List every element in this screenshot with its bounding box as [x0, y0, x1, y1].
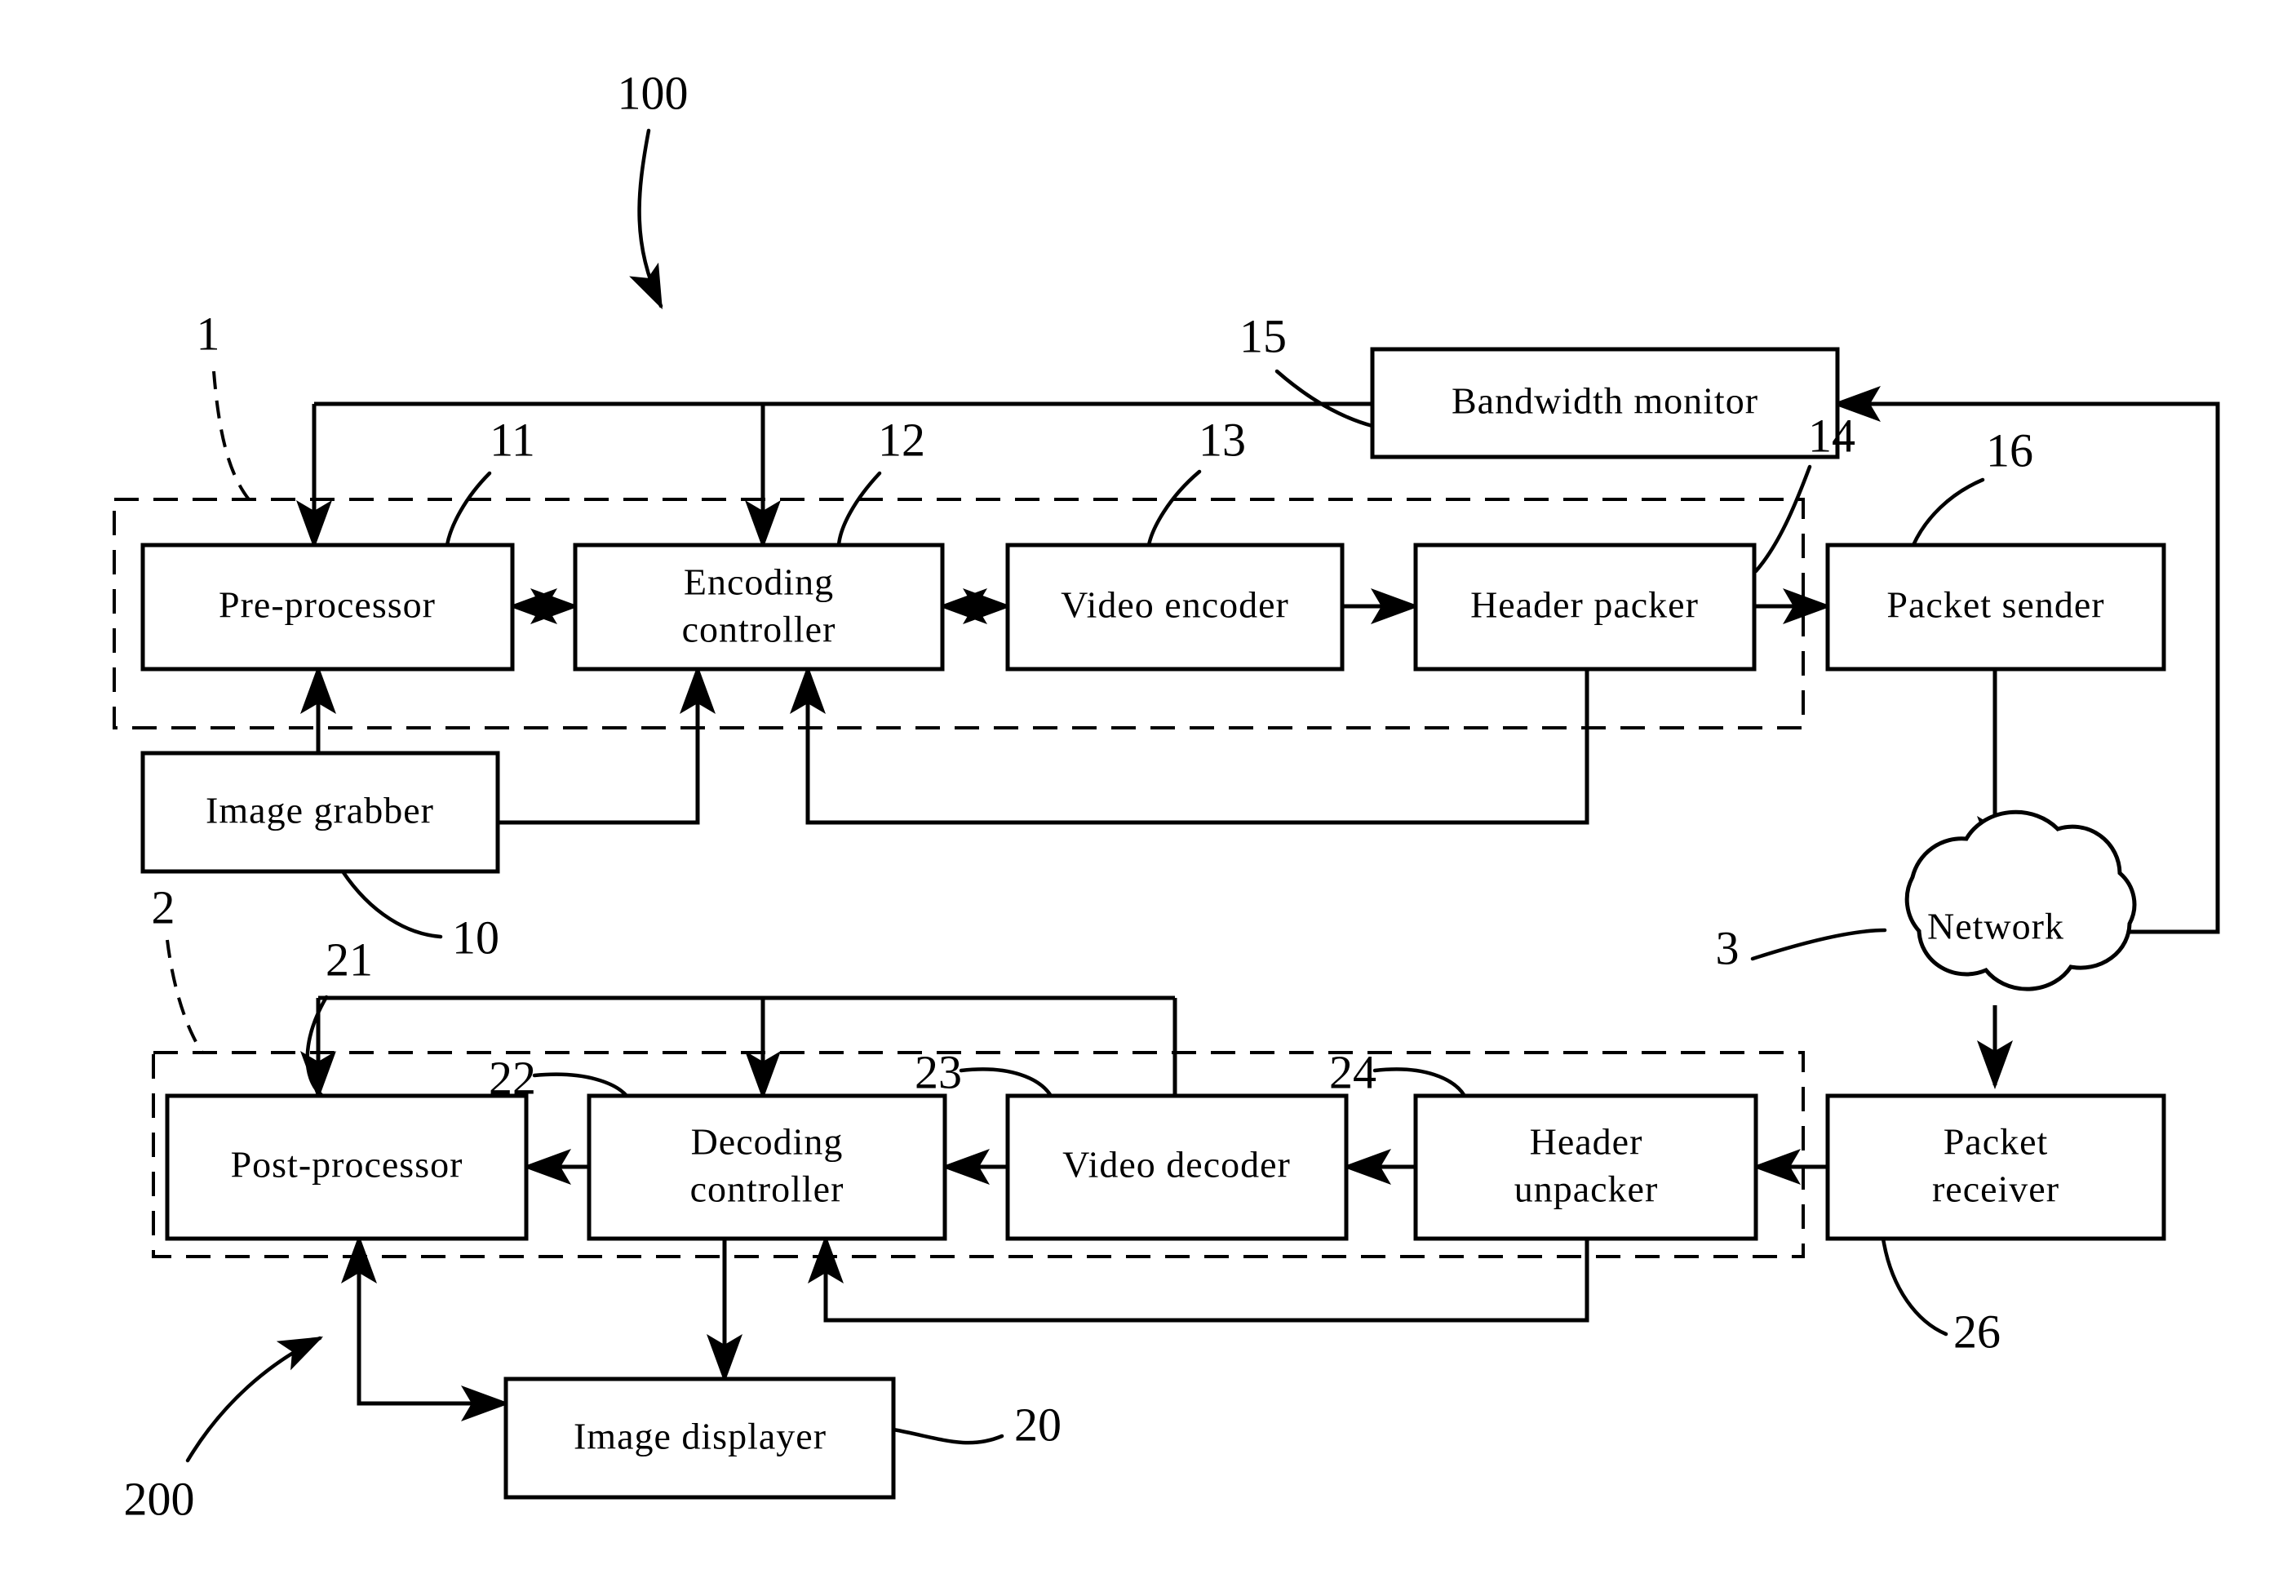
- label-header-unpacker-line1: Header: [1530, 1121, 1643, 1163]
- label-video-encoder: Video encoder: [1061, 584, 1289, 626]
- ref-numeral-10: 10: [452, 911, 499, 964]
- leader-16: [1911, 477, 1985, 548]
- label-encoding-controller-line1: Encoding: [684, 561, 834, 603]
- label-network: Network: [1927, 906, 2064, 947]
- block-header-unpacker[interactable]: [1413, 1093, 1758, 1241]
- block-decoding-controller[interactable]: [587, 1093, 947, 1241]
- ref-numeral-12: 12: [878, 413, 925, 466]
- leader-200: [185, 1336, 324, 1463]
- label-image-grabber: Image grabber: [206, 790, 434, 831]
- block-packet-receiver[interactable]: [1825, 1093, 2166, 1241]
- leader-12: [836, 471, 882, 548]
- leader-20: [891, 1427, 1004, 1445]
- ref-numeral-15: 15: [1239, 309, 1287, 362]
- label-decoding-controller-line2: controller: [690, 1168, 844, 1210]
- leader-2: [166, 939, 204, 1054]
- ref-numeral-16: 16: [1986, 423, 2033, 477]
- wire-imagegrabber-to-encoding: [498, 665, 716, 825]
- ref-numeral-23: 23: [915, 1045, 962, 1098]
- leader-22: [532, 1072, 629, 1098]
- leader-1: [212, 370, 250, 501]
- cloud-network-shape: [1904, 809, 2137, 991]
- ref-numeral-22: 22: [489, 1051, 536, 1104]
- label-header-unpacker-line2: unpacker: [1514, 1168, 1659, 1210]
- label-bandwidth-monitor: Bandwidth monitor: [1452, 380, 1758, 422]
- ref-numeral-3: 3: [1716, 921, 1740, 974]
- label-packet-receiver-line2: receiver: [1932, 1168, 2059, 1210]
- ref-numeral-26: 26: [1953, 1305, 2001, 1358]
- leader-24: [1372, 1067, 1467, 1098]
- ref-numeral-13: 13: [1199, 413, 1246, 466]
- wire-headerpacker-to-encoding: [790, 665, 1589, 825]
- patent-figure-canvas: Bandwidth monitor Pre-processor Encoding…: [0, 0, 2296, 1596]
- leader-10: [340, 869, 443, 939]
- ref-numeral-100: 100: [618, 66, 689, 119]
- ref-numeral-2: 2: [152, 880, 175, 933]
- label-packet-sender: Packet sender: [1886, 584, 2104, 626]
- leader-15: [1274, 369, 1375, 428]
- leader-26: [1881, 1236, 1948, 1337]
- leader-13: [1146, 469, 1202, 548]
- label-video-decoder: Video decoder: [1062, 1144, 1291, 1186]
- label-pre-processor: Pre-processor: [219, 584, 436, 626]
- wire-postprocessor-to-imagedisplayer: [357, 1239, 510, 1421]
- label-encoding-controller-line2: controller: [682, 609, 836, 650]
- ref-numeral-11: 11: [490, 413, 535, 466]
- leader-3: [1750, 928, 1887, 961]
- leader-100: [629, 128, 663, 310]
- ref-numeral-21: 21: [326, 933, 373, 986]
- label-header-packer: Header packer: [1470, 584, 1699, 626]
- label-packet-receiver-line1: Packet: [1944, 1121, 2049, 1163]
- leader-11: [445, 471, 492, 548]
- label-decoding-controller-line1: Decoding: [691, 1121, 844, 1163]
- leader-23: [959, 1067, 1053, 1098]
- ref-numeral-200: 200: [124, 1472, 195, 1525]
- ref-numeral-24: 24: [1329, 1045, 1376, 1098]
- label-post-processor: Post-processor: [231, 1144, 463, 1186]
- ref-numeral-1: 1: [197, 307, 220, 360]
- label-image-displayer: Image displayer: [574, 1416, 827, 1457]
- ref-numeral-14: 14: [1808, 409, 1855, 462]
- wire-headerunpacker-to-decodingcontroller: [808, 1235, 1589, 1323]
- ref-numeral-20: 20: [1014, 1398, 1062, 1451]
- block-diagram: Bandwidth monitor Pre-processor Encoding…: [113, 66, 2220, 1525]
